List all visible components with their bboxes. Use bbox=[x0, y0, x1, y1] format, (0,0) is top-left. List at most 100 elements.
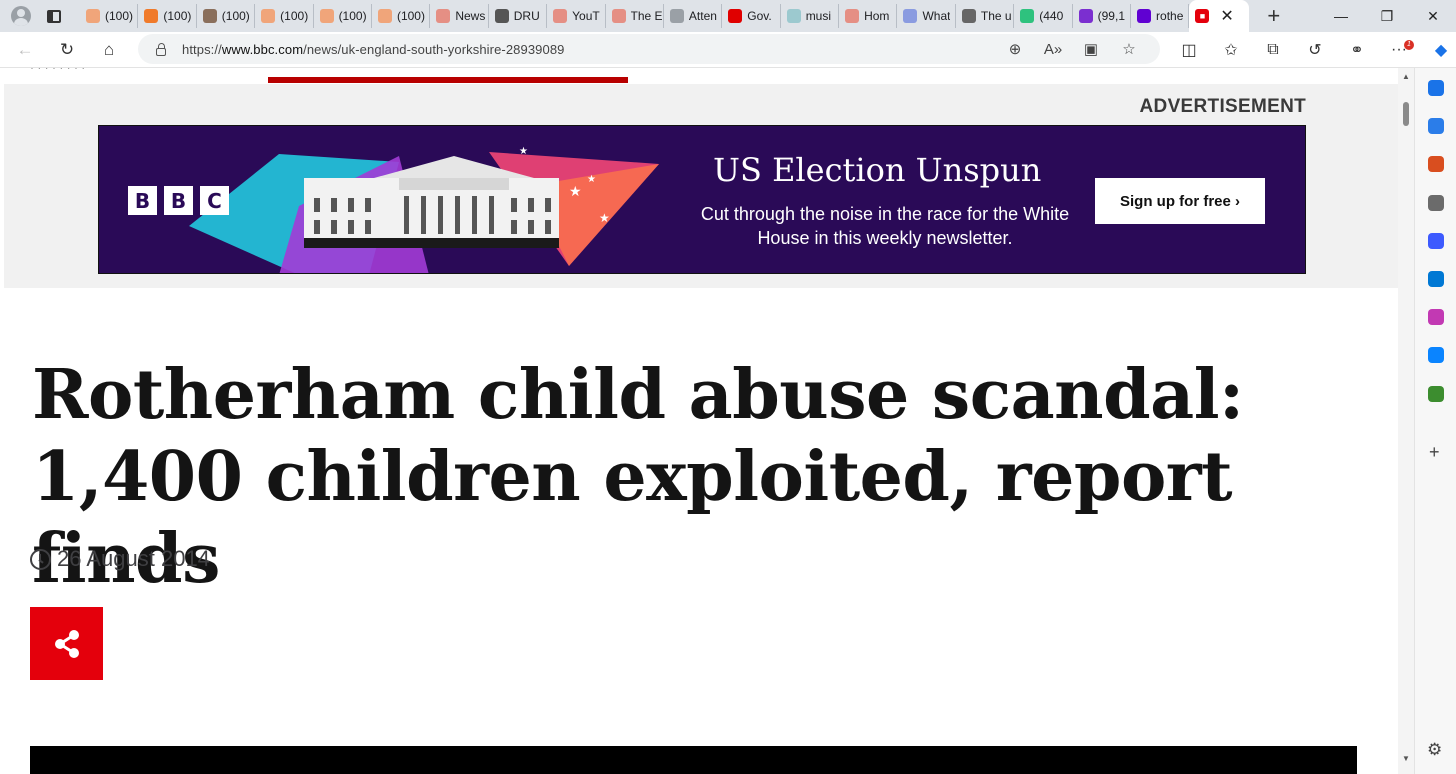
browser-tab[interactable]: The E bbox=[606, 4, 664, 28]
browser-tab[interactable]: rothe bbox=[1131, 4, 1190, 28]
ad-subtitle: Cut through the noise in the race for th… bbox=[700, 204, 1070, 248]
browser-tab[interactable]: Atten bbox=[664, 4, 723, 28]
copilot-icon[interactable]: ◆ bbox=[1420, 40, 1456, 60]
home-button[interactable]: ⌂ bbox=[92, 33, 126, 67]
scroll-down-arrow[interactable]: ▼ bbox=[1402, 754, 1410, 763]
outlook-icon[interactable] bbox=[1428, 271, 1444, 287]
bbc-logo: B B C bbox=[128, 186, 236, 215]
browser-toolbar: ← ↻ ⌂ https://www.bbc.com/news/uk-englan… bbox=[0, 32, 1456, 68]
games-icon[interactable] bbox=[1428, 194, 1444, 211]
tab-title: musi bbox=[805, 9, 832, 23]
more-menu-button[interactable]: ··· 1 bbox=[1378, 40, 1420, 59]
back-button[interactable]: ← bbox=[8, 33, 42, 67]
tree-icon[interactable] bbox=[1428, 385, 1444, 402]
favorite-star-icon[interactable]: ☆ bbox=[1110, 40, 1148, 58]
telegram-icon[interactable] bbox=[1428, 347, 1444, 364]
tab-strip: (100) (100) (100) (100) (100) (100) News DRU You… bbox=[80, 0, 1190, 32]
toolbar-right: ◫ ✩ ⧉ ↺ ⚭ ··· 1 ◆ bbox=[1168, 32, 1456, 68]
refresh-button[interactable]: ↻ bbox=[50, 33, 84, 67]
address-bar-actions: ⊕ A» ▣ ☆ bbox=[996, 34, 1148, 64]
tab-favicon-icon bbox=[86, 9, 100, 23]
tab-title: (99,1 bbox=[1097, 9, 1125, 23]
svg-text:★: ★ bbox=[569, 183, 582, 199]
tab-favicon-icon bbox=[786, 9, 801, 23]
tab-title: What bbox=[922, 9, 951, 23]
advertisement-banner[interactable]: ★ ★ ★ ★ B B C US Election Unspun Cut throu… bbox=[98, 125, 1306, 274]
browser-tab[interactable]: (99,1 bbox=[1073, 4, 1132, 28]
tab-favicon-icon bbox=[961, 9, 976, 23]
advertisement-band: ADVERTISEMENT ★ ★ ★ ★ B B C US Election … bbox=[4, 84, 1398, 288]
advertisement-label: ADVERTISEMENT bbox=[1139, 96, 1306, 117]
web-page: · · · · · · · · ADVERTISEMENT bbox=[0, 68, 1398, 774]
tab-title: Atten bbox=[688, 9, 717, 23]
browser-tab[interactable]: (100) bbox=[255, 4, 314, 28]
browser-tab[interactable]: News bbox=[430, 4, 489, 28]
history-icon[interactable]: ↺ bbox=[1294, 40, 1336, 60]
new-tab-button[interactable]: + bbox=[1267, 3, 1280, 29]
browser-tab[interactable]: The u bbox=[956, 4, 1015, 28]
tab-favicon-icon bbox=[319, 9, 334, 23]
search-icon[interactable] bbox=[1428, 80, 1444, 96]
active-tab[interactable]: ■ ✕ bbox=[1189, 0, 1250, 32]
tab-favicon-icon bbox=[436, 9, 451, 23]
shopping-tag-icon[interactable] bbox=[1428, 118, 1444, 135]
browser-tab[interactable]: musi bbox=[781, 4, 840, 28]
browser-tab[interactable]: (100) bbox=[80, 4, 139, 28]
clock-icon bbox=[30, 548, 51, 570]
tab-title: (100) bbox=[163, 9, 192, 23]
ad-signup-button[interactable]: Sign up for free › bbox=[1095, 178, 1265, 224]
video-player[interactable] bbox=[30, 746, 1357, 774]
browser-tab[interactable]: DRU bbox=[489, 4, 548, 28]
page-scrollbar[interactable]: ▲ ▼ bbox=[1398, 68, 1414, 774]
browser-tab[interactable]: Hom bbox=[839, 4, 898, 28]
read-aloud-icon[interactable]: A» bbox=[1034, 41, 1072, 58]
browser-tab[interactable]: YouT bbox=[547, 4, 606, 28]
scroll-up-arrow[interactable]: ▲ bbox=[1402, 72, 1410, 81]
browser-tab[interactable]: (100) bbox=[138, 4, 197, 28]
scroll-thumb[interactable] bbox=[1403, 102, 1409, 126]
nav-bar-cut-off: · · · · · · · · bbox=[30, 68, 85, 74]
sidebar-settings-icon[interactable]: ⚙ bbox=[1427, 740, 1442, 760]
tools-icon[interactable] bbox=[1428, 156, 1444, 173]
tab-favicon-icon bbox=[903, 9, 918, 23]
minimize-button[interactable]: — bbox=[1318, 8, 1364, 24]
collections-icon[interactable]: ⧉ bbox=[1252, 41, 1294, 59]
tab-favicon-icon bbox=[845, 9, 860, 23]
close-window-button[interactable]: ✕ bbox=[1410, 8, 1456, 25]
browser-tab[interactable]: (440 bbox=[1014, 4, 1073, 28]
browser-tab[interactable]: (100) bbox=[372, 4, 431, 28]
tab-title: (100) bbox=[338, 9, 367, 23]
browser-tab[interactable]: What bbox=[897, 4, 956, 28]
tab-favicon-icon bbox=[1137, 9, 1152, 23]
designer-icon[interactable] bbox=[1428, 309, 1444, 326]
address-bar[interactable]: https://www.bbc.com/news/uk-england-sout… bbox=[138, 34, 1160, 64]
browser-tab[interactable]: (100) bbox=[314, 4, 372, 28]
browser-tab[interactable]: Gov. bbox=[722, 4, 781, 28]
favorites-icon[interactable]: ✩ bbox=[1210, 40, 1252, 60]
url-text[interactable]: https://www.bbc.com/news/uk-england-sout… bbox=[182, 42, 565, 57]
tab-favicon-icon bbox=[1078, 9, 1093, 23]
restore-button[interactable]: ❐ bbox=[1364, 8, 1410, 25]
split-screen-icon[interactable]: ◫ bbox=[1168, 40, 1210, 60]
browser-tab[interactable]: (100) bbox=[197, 4, 256, 28]
add-sidebar-app-icon[interactable]: + bbox=[1429, 442, 1440, 463]
tab-bar: (100) (100) (100) (100) (100) (100) News DRU You… bbox=[0, 0, 1456, 32]
tab-actions-icon[interactable] bbox=[47, 9, 61, 23]
tab-favicon-icon bbox=[553, 9, 568, 23]
zoom-icon[interactable]: ⊕ bbox=[996, 40, 1034, 58]
tab-bar-left bbox=[0, 0, 80, 32]
bbc-logo-letter: C bbox=[200, 186, 229, 215]
profile-avatar[interactable] bbox=[11, 6, 31, 26]
microsoft-365-icon[interactable] bbox=[1428, 232, 1444, 249]
share-button[interactable] bbox=[30, 607, 103, 680]
tab-title: YouT bbox=[572, 9, 600, 23]
extensions-icon[interactable]: ⚭ bbox=[1336, 40, 1378, 60]
close-tab-icon[interactable]: ✕ bbox=[1220, 6, 1233, 26]
notification-badge: 1 bbox=[1404, 40, 1414, 50]
share-icon bbox=[54, 629, 79, 658]
immersive-reader-icon[interactable]: ▣ bbox=[1072, 40, 1110, 58]
tab-title: Hom bbox=[864, 9, 890, 23]
tab-title: Gov. bbox=[747, 9, 772, 23]
tab-favicon-icon bbox=[669, 9, 684, 23]
lock-icon[interactable] bbox=[156, 42, 166, 56]
